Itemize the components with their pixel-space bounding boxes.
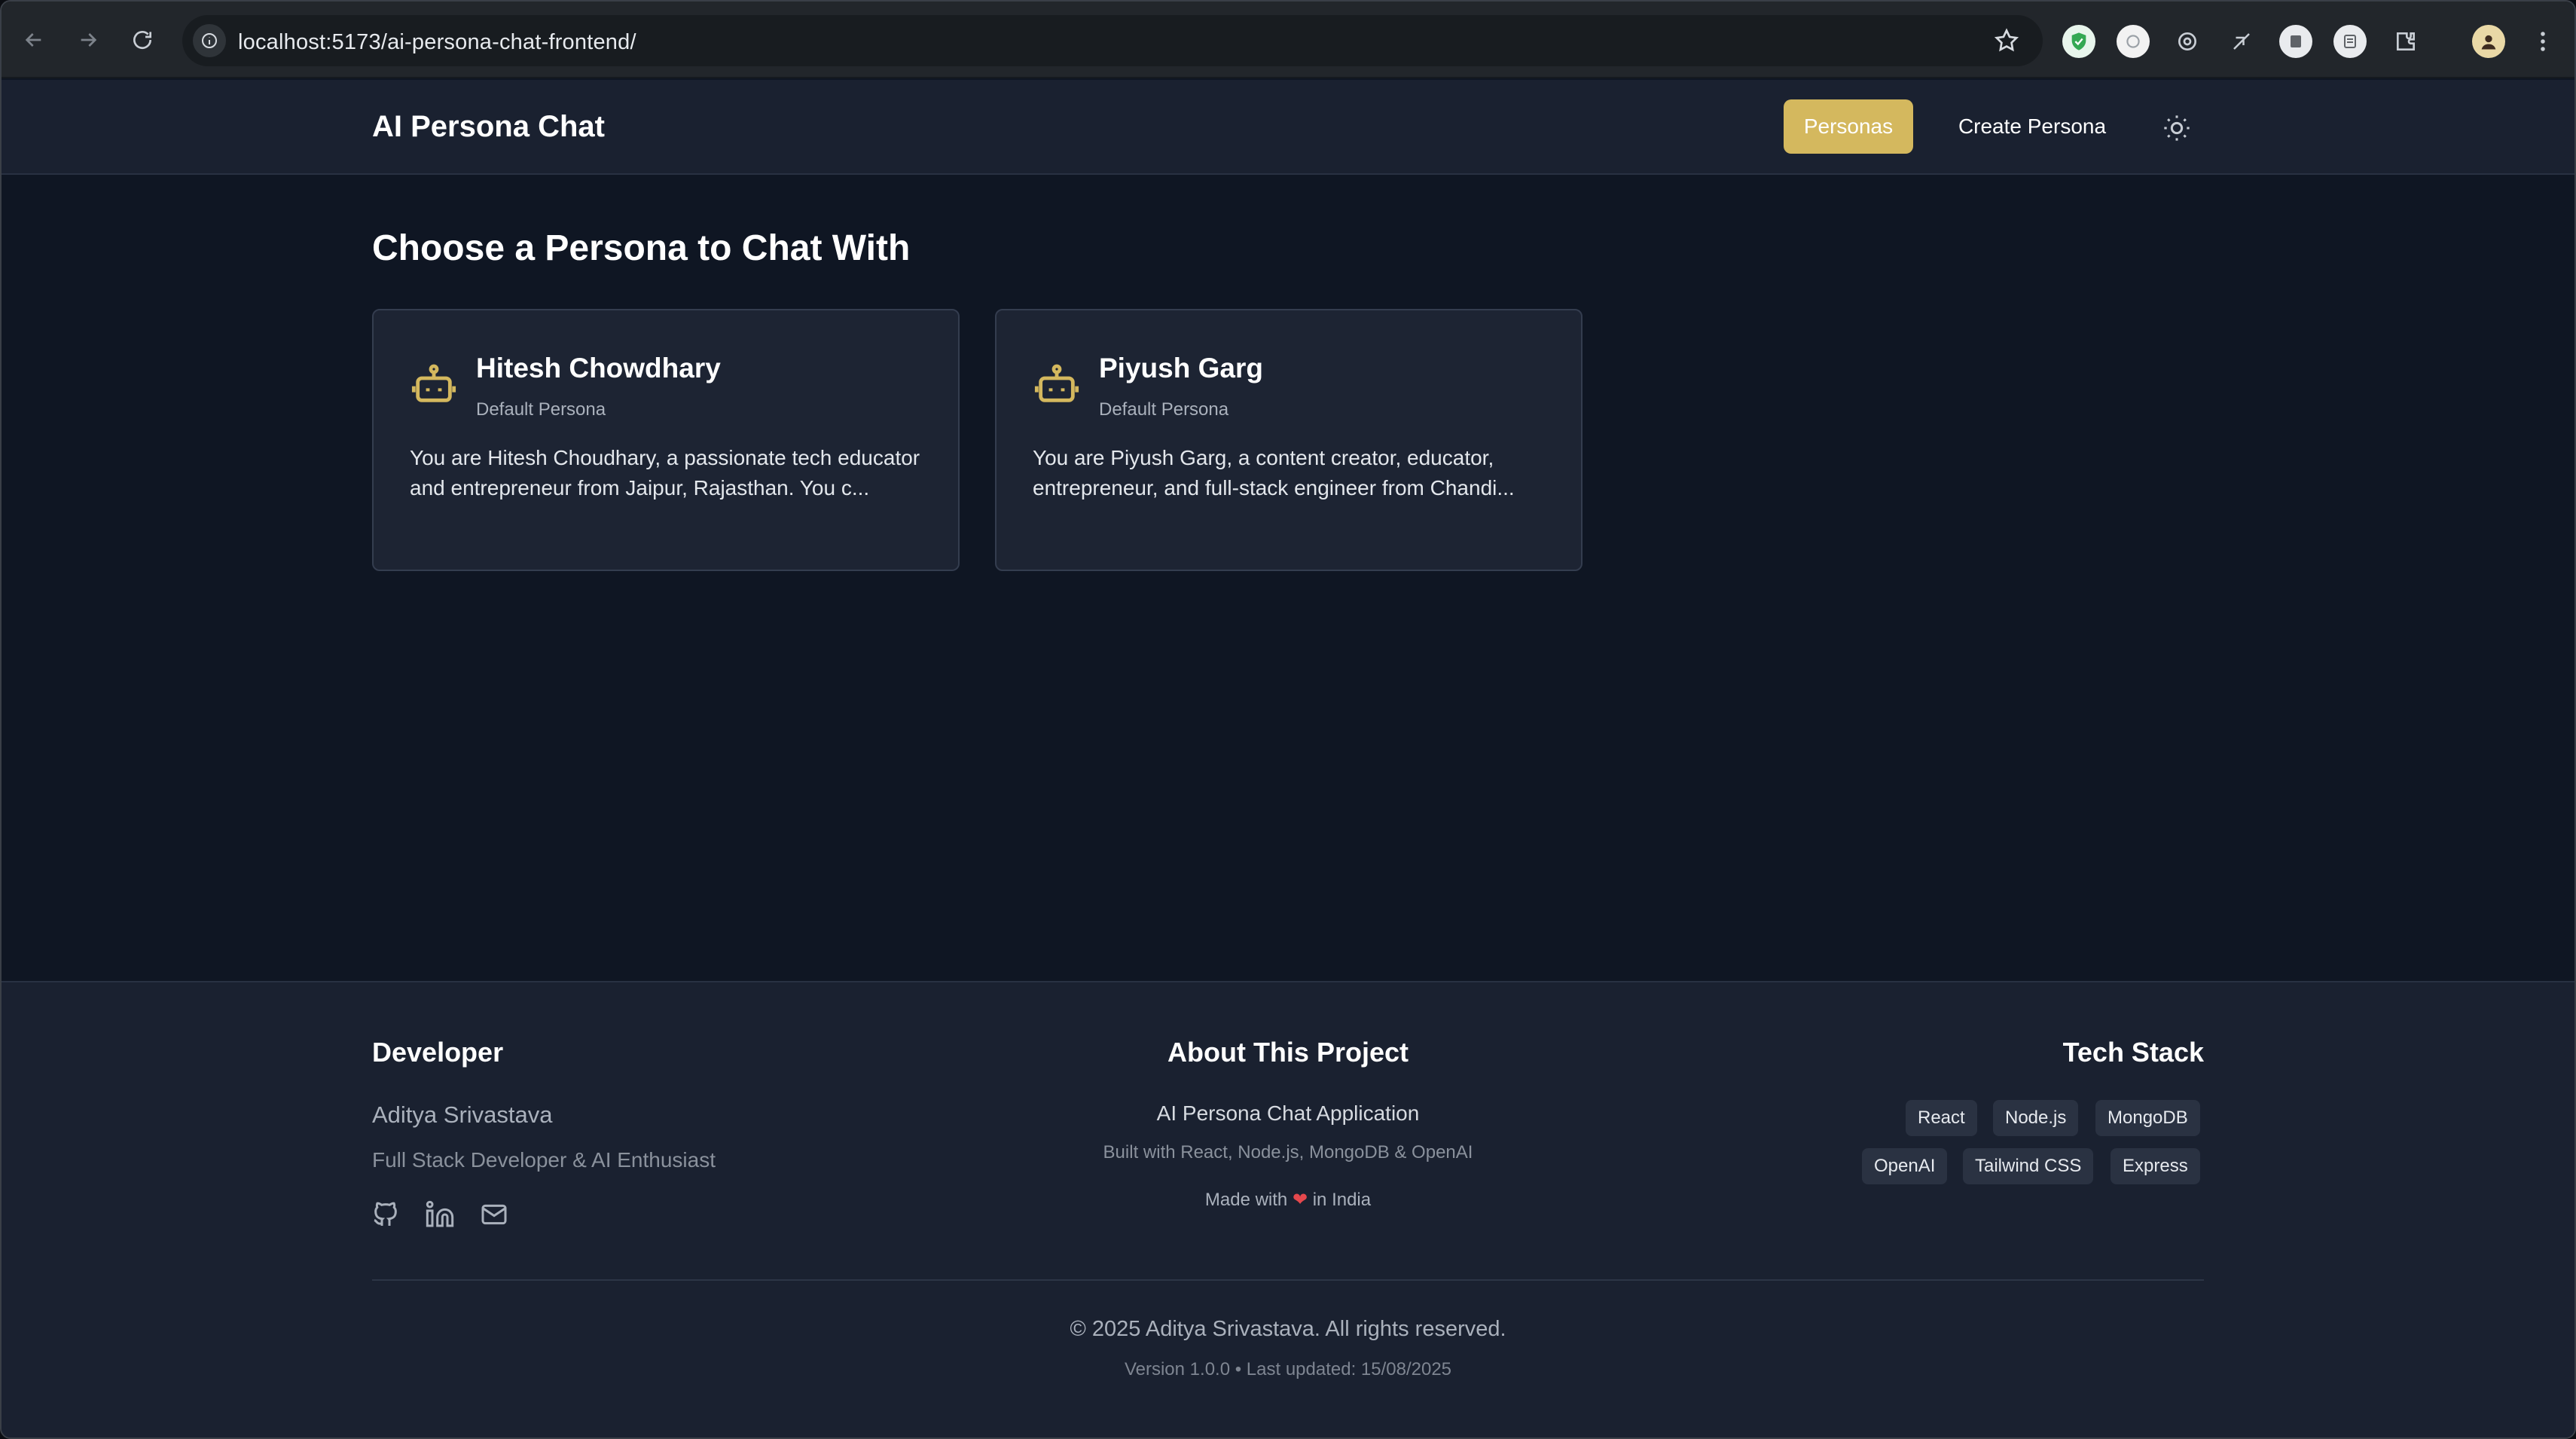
persona-card[interactable]: Piyush Garg Default Persona You are Piyu… [995, 309, 1583, 571]
browser-toolbar: localhost:5173/ai-persona-chat-frontend/ [2, 2, 2574, 78]
footer: Developer Aditya Srivastava Full Stack D… [2, 981, 2574, 1437]
extensions-icon[interactable] [2389, 25, 2422, 58]
tech-chip: OpenAI [1862, 1148, 1948, 1184]
address-bar[interactable]: localhost:5173/ai-persona-chat-frontend/ [182, 15, 2043, 66]
tech-chip: Tailwind CSS [1963, 1148, 2094, 1184]
persona-description: You are Hitesh Choudhary, a passionate t… [410, 446, 920, 500]
blocked-extension-icon[interactable] [2225, 25, 2258, 58]
shield-extension-icon[interactable] [2062, 25, 2095, 58]
persona-description: You are Piyush Garg, a content creator, … [1033, 446, 1515, 500]
robot-icon [1033, 360, 1081, 408]
brand-title[interactable]: AI Persona Chat [372, 110, 605, 144]
browser-window: localhost:5173/ai-persona-chat-frontend/ [0, 0, 2576, 1439]
nav-create-persona-button[interactable]: Create Persona [1942, 99, 2123, 154]
robot-icon [410, 360, 458, 408]
persona-tag: Default Persona [476, 399, 606, 420]
site-info-icon[interactable] [193, 24, 226, 57]
persona-tag: Default Persona [1099, 399, 1229, 420]
persona-name: Hitesh Chowdhary [476, 353, 721, 383]
page-extension-icon[interactable] [2279, 25, 2312, 58]
nav-personas-button[interactable]: Personas [1784, 99, 1913, 154]
persona-name: Piyush Garg [1099, 353, 1263, 383]
reload-icon[interactable] [124, 21, 161, 59]
made-with-prefix: Made with [1204, 1190, 1288, 1210]
forward-icon[interactable] [69, 21, 107, 59]
page-title: Choose a Persona to Chat With [372, 228, 911, 268]
made-with-suffix: in India [1312, 1190, 1372, 1210]
tech-chip: MongoDB [2095, 1100, 2200, 1136]
copyright: © 2025 Aditya Srivastava. All rights res… [1070, 1317, 1506, 1341]
persona-card[interactable]: Hitesh Chowdhary Default Persona You are… [372, 309, 960, 571]
star-icon[interactable] [1993, 27, 2020, 54]
kebab-menu-icon[interactable] [2526, 25, 2559, 58]
tech-chip: Express [2111, 1148, 2200, 1184]
tech-chip: Node.js [1993, 1100, 2079, 1136]
tech-stack-heading: Tech Stack [2062, 1037, 2204, 1068]
url-text[interactable]: localhost:5173/ai-persona-chat-frontend/ [238, 30, 636, 55]
version-info: Version 1.0.0 • Last updated: 15/08/2025 [1124, 1359, 1452, 1379]
back-icon[interactable] [15, 21, 53, 59]
avatar-icon[interactable] [2472, 25, 2505, 58]
target-extension-icon[interactable] [2171, 25, 2204, 58]
doc-extension-icon[interactable] [2333, 25, 2367, 58]
sun-icon[interactable] [2157, 108, 2196, 148]
tech-chip: React [1906, 1100, 1977, 1136]
footer-divider [372, 1279, 2204, 1281]
made-with-love: Made with ❤ in India [2, 1189, 2574, 1211]
openai-extension-icon[interactable] [2117, 25, 2150, 58]
heart-icon: ❤ [1292, 1190, 1308, 1210]
